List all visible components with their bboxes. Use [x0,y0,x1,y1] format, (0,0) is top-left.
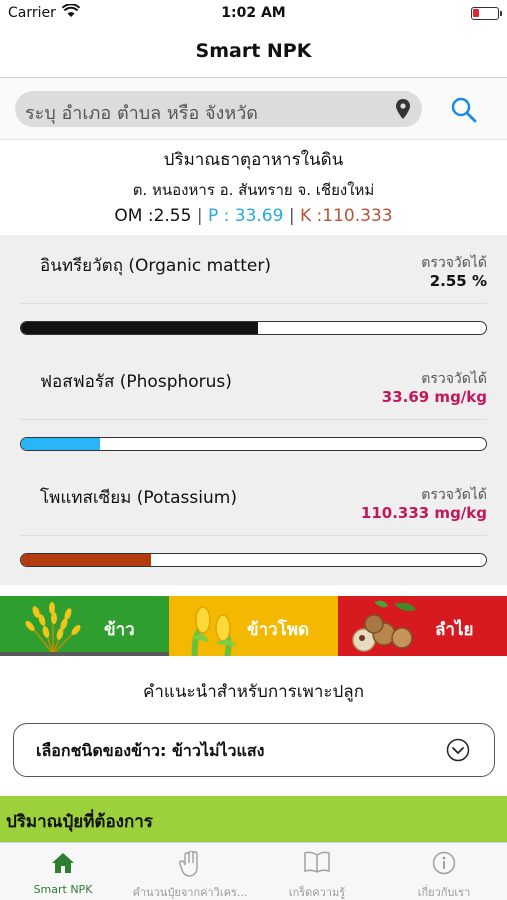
app-title: Smart NPK [195,40,312,62]
crop-tab-corn[interactable]: ข้าวโพด [169,596,338,656]
home-icon [0,851,126,877]
nutrient-name: ฟอสฟอรัส (Phosphorus) [40,372,232,392]
tab-label: Smart NPK [33,883,93,896]
om-value: OM :2.55 [114,206,192,226]
tab-label: เกร็ดความรู้ [288,886,346,899]
tab-knowledge[interactable]: เกร็ดความรู้ [254,843,380,900]
tab-label: เกี่ยวกับเรา [417,886,471,899]
fertilizer-title: ปริมาณปุ๋ยที่ต้องการ [6,812,153,832]
summary-values: OM :2.55 | P : 33.69 | K :110.333 [0,206,507,226]
location-pin-icon[interactable] [396,99,410,123]
tab-bar: Smart NPK คำนวนปุ๋ยจากค่าวิเคร... เกร็ดค… [0,842,507,900]
level-bar [20,553,487,567]
divider [20,303,487,304]
measured-value: 110.333 mg/kg [360,504,487,522]
tab-fertilizer-calculator[interactable]: คำนวนปุ๋ยจากค่าวิเคร... [127,843,253,900]
search-row: ระบุ อำเภอ ตำบล หรือ จังหวัด [0,78,507,140]
fertilizer-section-header: ปริมาณปุ๋ยที่ต้องการ [0,796,507,842]
crop-tab-longan[interactable]: ลำไย [338,596,507,656]
divider [20,419,487,420]
nutrient-potassium: โพแทสเซียม (Potassium) ตรวจวัดได้ 110.33… [0,467,507,583]
rice-type-select[interactable]: เลือกชนิดของข้าว: ข้าวไม่ไวแสง [13,723,495,777]
crop-label: ข้าว [104,620,135,640]
navigation-bar: Smart NPK [0,28,507,78]
hand-icon [127,850,253,877]
nutrient-phosphorus: ฟอสฟอรัส (Phosphorus) ตรวจวัดได้ 33.69 m… [0,351,507,467]
measured-label: ตรวจวัดได้ [421,255,487,271]
chevron-down-icon[interactable] [446,738,470,766]
level-bar [20,437,487,451]
soil-summary: ปริมาณธาตุอาหารในดิน ต. หนองหาร อ. สันทร… [0,140,507,235]
crop-label: ลำไย [435,620,474,640]
select-value: เลือกชนิดของข้าว: ข้าวไม่ไวแสง [36,741,265,760]
level-bar [20,321,487,335]
measured-value: 2.55 % [429,272,487,290]
status-bar: Carrier 1:02 AM [0,0,507,28]
search-icon[interactable] [450,96,478,124]
rice-plant-icon [18,598,88,656]
selected-indicator [0,652,169,656]
p-value: P : 33.69 [207,206,284,226]
measured-label: ตรวจวัดได้ [421,371,487,387]
measured-value: 33.69 mg/kg [381,388,487,406]
search-placeholder: ระบุ อำเภอ ตำบล หรือ จังหวัด [25,103,258,124]
level-bar-fill [21,438,101,450]
crop-tab-rice[interactable]: ข้าว [0,596,169,656]
corn-icon [187,598,247,656]
nutrient-organic-matter: อินทรียวัตถุ (Organic matter) ตรวจวัดได้… [0,235,507,351]
crop-selector: ข้าว ข้าวโพด ลำไย [0,596,507,656]
divider [20,535,487,536]
nutrient-name: อินทรียวัตถุ (Organic matter) [40,256,271,276]
summary-location: ต. หนองหาร อ. สันทราย จ. เชียงใหม่ [132,181,375,199]
tab-label: คำนวนปุ๋ยจากค่าวิเคร... [132,886,248,899]
longan-icon [344,598,420,656]
tab-smart-npk[interactable]: Smart NPK [0,843,126,900]
summary-title: ปริมาณธาตุอาหารในดิน [163,150,344,170]
nutrient-name: โพแทสเซียม (Potassium) [40,488,237,508]
book-icon [254,851,380,877]
crop-label: ข้าวโพด [247,620,310,640]
separator: | [196,206,203,226]
nutrient-list: อินทรียวัตถุ (Organic matter) ตรวจวัดได้… [0,235,507,585]
clock: 1:02 AM [221,5,286,21]
battery-icon [471,7,502,20]
info-icon [381,851,507,877]
search-input[interactable]: ระบุ อำเภอ ตำบล หรือ จังหวัด [15,91,422,127]
k-value: K :110.333 [300,206,393,226]
level-bar-fill [21,322,259,334]
recommendation-title: คำแนะนำสำหรับการเพาะปลูก [142,682,364,702]
level-bar-fill [21,554,152,566]
separator: | [288,206,295,226]
measured-label: ตรวจวัดได้ [421,487,487,503]
tab-about[interactable]: เกี่ยวกับเรา [381,843,507,900]
